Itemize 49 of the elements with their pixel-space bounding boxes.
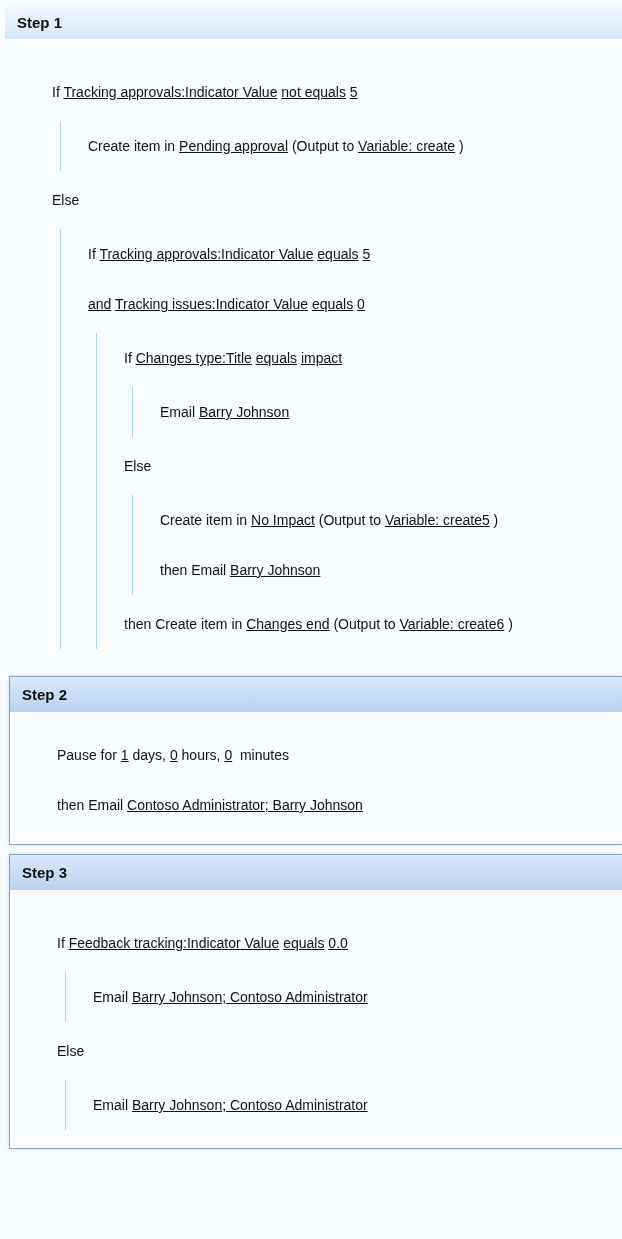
link[interactable]: Tracking approvals:Indicator Value [99, 246, 314, 262]
action-line: Email Barry Johnson; Contoso Administrator [93, 988, 368, 1007]
link[interactable]: 1 [120, 747, 129, 763]
link[interactable]: equals [255, 350, 298, 366]
step-header: Step 2 [10, 677, 622, 712]
link[interactable]: Changes end [246, 616, 330, 632]
link[interactable]: Contoso Administrator; Barry Johnson [127, 797, 363, 813]
step-header: Step 1 [5, 6, 622, 39]
link[interactable]: Pending approval [179, 138, 289, 154]
step-header: Step 3 [10, 855, 622, 890]
link[interactable]: Feedback tracking:Indicator Value [68, 935, 280, 951]
action-line: Email Barry Johnson; Contoso Administrator [93, 1096, 368, 1115]
action-line: Email Barry Johnson [160, 403, 290, 422]
link[interactable]: and [88, 296, 112, 312]
condition-line: If Changes type:Title equals impact [124, 349, 343, 368]
condition-line: If Tracking approvals:Indicator Value equals 5 [88, 245, 371, 264]
action-line: Create item in No Impact (Output to Variable: create5 ) [160, 511, 499, 530]
link[interactable]: Variable: create5 [384, 512, 490, 528]
link[interactable]: 5 [349, 84, 358, 100]
link[interactable]: Tracking approvals:Indicator Value [63, 84, 278, 100]
link[interactable]: Barry Johnson; Contoso Administrator [131, 989, 368, 1005]
link[interactable]: not equals [281, 84, 346, 100]
link[interactable]: 0 [357, 296, 365, 312]
else-label: Else [124, 457, 152, 476]
action-line: then Email Contoso Administrator; Barry Johnson [57, 796, 363, 815]
link[interactable]: Barry Johnson; Contoso Administrator [131, 1097, 368, 1113]
link[interactable]: Variable: create6 [399, 616, 505, 632]
else-label: Else [52, 191, 80, 210]
link[interactable]: 0 [169, 747, 178, 763]
link[interactable]: equals [317, 246, 359, 262]
link[interactable]: No Impact [251, 512, 315, 528]
action-line: then Email Barry Johnson [160, 561, 321, 580]
link[interactable]: 0.0 [328, 935, 348, 951]
else-label: Else [57, 1042, 85, 1061]
link[interactable]: Barry Johnson [198, 404, 290, 420]
link[interactable]: Tracking issues:Indicator Value [115, 296, 308, 312]
link[interactable]: Barry Johnson [230, 562, 321, 578]
condition-line: If Tracking approvals:Indicator Value not equals 5 [52, 83, 358, 102]
link[interactable]: Changes type:Title [135, 350, 252, 366]
action-line: Create item in Pending approval (Output to Variable: create ) [88, 137, 464, 156]
link[interactable]: 5 [362, 246, 371, 262]
action-line: Pause for 1 days, 0 hours, 0 minutes [57, 746, 289, 765]
action-line: then Create item in Changes end (Output to Variable: create6 ) [124, 615, 513, 634]
link[interactable]: equals [283, 935, 325, 951]
link[interactable]: 0 [224, 747, 233, 763]
link[interactable]: impact [300, 350, 343, 366]
condition-line: If Feedback tracking:Indicator Value equals 0.0 [57, 934, 348, 953]
link[interactable]: equals [311, 296, 354, 312]
link[interactable]: Variable: create [358, 138, 456, 154]
